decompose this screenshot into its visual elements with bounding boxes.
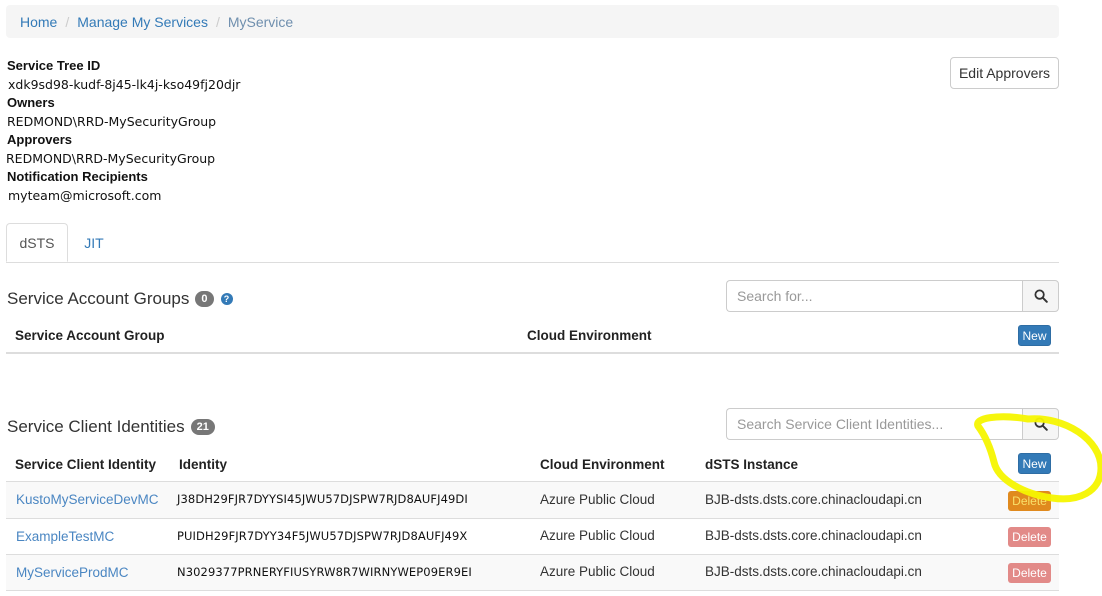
new-service-client-identity-button[interactable]: New [1018, 453, 1051, 474]
service-client-identity-link[interactable]: ExampleTestMC [16, 529, 114, 544]
row-divider [6, 590, 1059, 591]
service-client-identities-search [726, 408, 1059, 440]
service-account-groups-title: Service Account Groups [7, 289, 190, 308]
dsts-instance-value: BJB-dsts.dsts.core.chinacloudapi.cn [705, 528, 922, 543]
service-account-groups-header: Service Account Groups 0 ? [7, 289, 233, 309]
row-divider [6, 518, 1059, 519]
service-account-groups-search-button[interactable] [1022, 280, 1059, 312]
service-account-groups-search [726, 280, 1059, 312]
cloud-environment-value: Azure Public Cloud [540, 528, 655, 543]
service-client-identities-search-button[interactable] [1022, 408, 1059, 440]
service-details: Service Tree ID xdk9sd98-kudf-8j45-lk4j-… [6, 57, 241, 205]
notification-recipients-label: Notification Recipients [7, 169, 148, 184]
column-header-service-account-group: Service Account Group [15, 328, 165, 343]
breadcrumb-current: MyService [227, 13, 294, 30]
table-divider [6, 352, 1059, 354]
tab-jit[interactable]: JIT [74, 223, 114, 262]
service-client-identity-link[interactable]: KustoMyServiceDevMC [16, 492, 159, 507]
dsts-instance-value: BJB-dsts.dsts.core.chinacloudapi.cn [705, 492, 922, 507]
tab-bar: dSTS JIT [6, 223, 1059, 263]
dsts-instance-value: BJB-dsts.dsts.core.chinacloudapi.cn [705, 564, 922, 579]
column-header-dsts-instance: dSTS Instance [705, 457, 799, 472]
service-client-identities-title: Service Client Identities [7, 417, 185, 436]
delete-button[interactable]: Delete [1008, 491, 1051, 511]
breadcrumb-separator: / [215, 13, 220, 30]
service-tree-id-label: Service Tree ID [7, 58, 101, 73]
identity-value: PUIDH29FJR7DYY34F5JWU57DJSPW7RJD8AUFJ49X [177, 529, 468, 543]
service-client-identities-count-badge: 21 [190, 419, 215, 435]
service-client-identities-search-input[interactable] [726, 408, 1022, 440]
notification-recipients-value: myteam@microsoft.com [8, 187, 162, 203]
column-header-cloud-environment: Cloud Environment [527, 328, 652, 343]
service-account-groups-search-input[interactable] [726, 280, 1022, 312]
breadcrumb: Home / Manage My Services / MyService [6, 5, 1059, 38]
search-icon [1034, 417, 1048, 431]
breadcrumb-manage-link[interactable]: Manage My Services [77, 14, 208, 30]
search-icon [1034, 289, 1048, 303]
edit-approvers-button[interactable]: Edit Approvers [950, 57, 1059, 89]
approvers-value: REDMOND\RRD-MySecurityGroup [6, 150, 216, 166]
service-client-identities-header: Service Client Identities 21 [7, 417, 215, 437]
breadcrumb-separator: / [65, 13, 70, 30]
identity-value: J38DH29FJR7DYYSI45JWU57DJSPW7RJD8AUFJ49D… [177, 492, 468, 506]
column-header-identity: Identity [179, 457, 228, 472]
delete-button[interactable]: Delete [1008, 563, 1051, 583]
approvers-label: Approvers [7, 132, 73, 147]
delete-button[interactable]: Delete [1008, 527, 1051, 547]
service-account-groups-count-badge: 0 [195, 291, 214, 307]
identity-value: N3029377PRNERYFIUSYRW8R7WIRNYWEP09ER9EI [177, 565, 472, 579]
column-header-cloud-environment: Cloud Environment [540, 457, 665, 472]
service-tree-id-value: xdk9sd98-kudf-8j45-lk4j-kso49fj20djr [8, 76, 241, 92]
tab-dsts[interactable]: dSTS [6, 223, 68, 262]
owners-value: REDMOND\RRD-MySecurityGroup [7, 113, 217, 129]
breadcrumb-home-link[interactable]: Home [20, 14, 57, 30]
new-service-account-group-button[interactable]: New [1018, 325, 1051, 346]
cloud-environment-value: Azure Public Cloud [540, 564, 655, 579]
service-client-identity-link[interactable]: MyServiceProdMC [16, 565, 129, 580]
column-header-service-client-identity: Service Client Identity [15, 457, 157, 472]
cloud-environment-value: Azure Public Cloud [540, 492, 655, 507]
owners-label: Owners [7, 95, 55, 110]
question-circle-icon[interactable]: ? [220, 293, 233, 305]
